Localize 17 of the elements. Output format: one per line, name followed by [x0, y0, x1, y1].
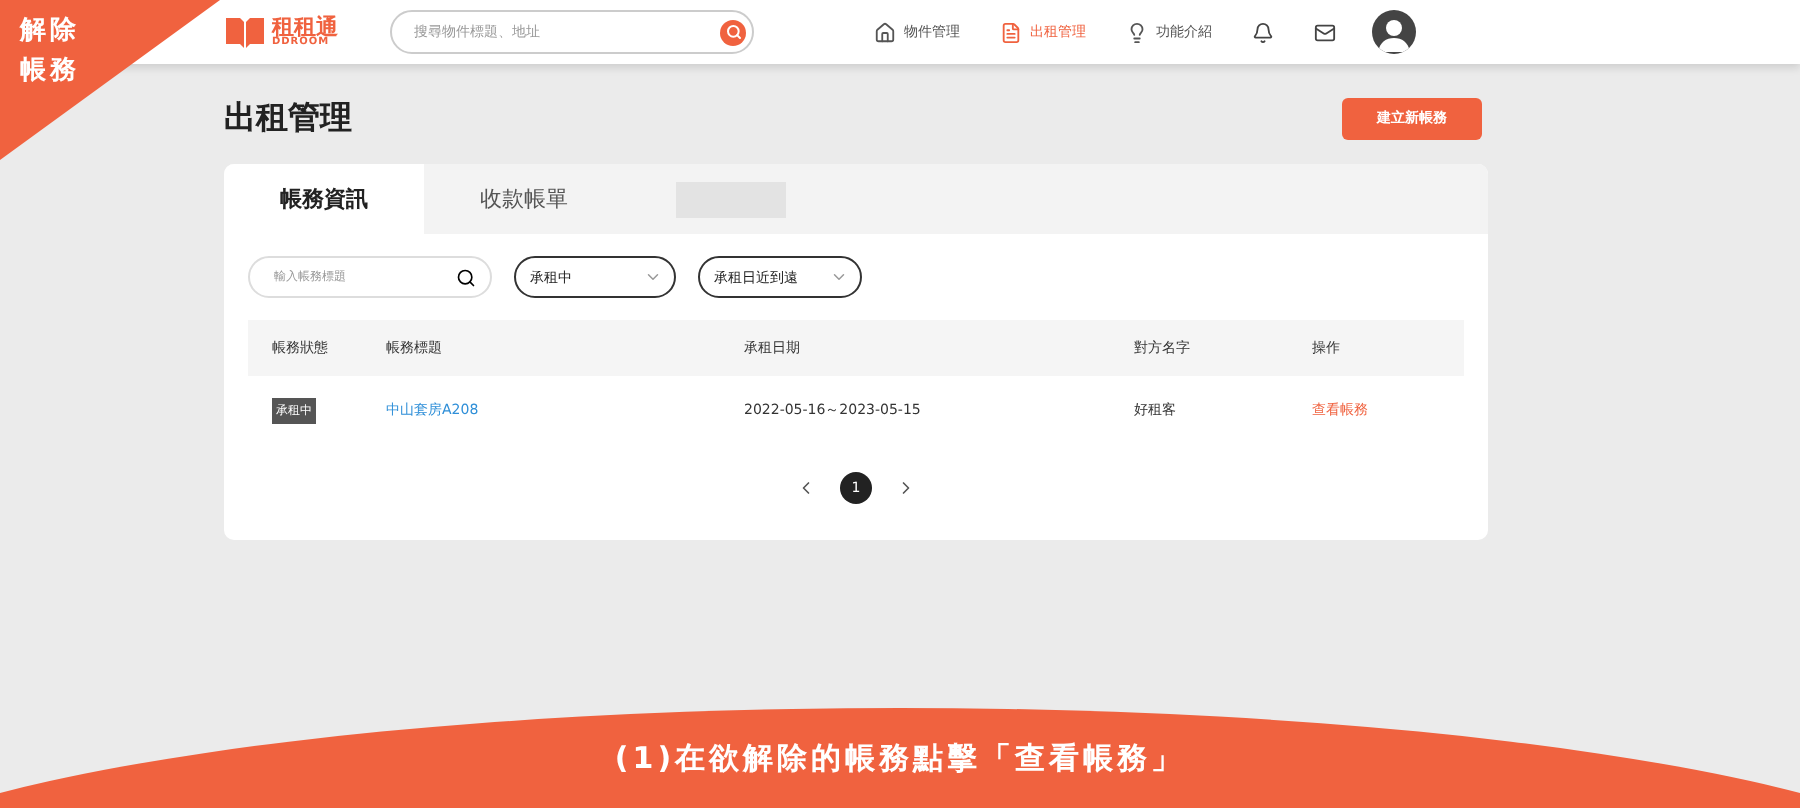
ribbon-label: 解除 [20, 14, 80, 50]
tab[interactable]: 收款帳單 [424, 164, 624, 234]
page-title: 出租管理 [224, 97, 352, 139]
document-icon [1000, 21, 1022, 43]
house-icon [874, 21, 896, 43]
ribbon-label: 帳務 [20, 54, 80, 90]
avatar-icon[interactable] [1372, 10, 1416, 54]
mail-icon[interactable] [1314, 21, 1336, 43]
tab[interactable]: 帳務資訊 [224, 164, 424, 234]
chevron-down-icon [644, 268, 662, 286]
caption-text: (1)在欲解除的帳務點擊「查看帳務」 [614, 740, 1186, 780]
book-logo-icon [226, 16, 264, 48]
bell-icon[interactable] [1252, 21, 1274, 43]
lightbulb-icon [1126, 21, 1148, 43]
logo-name: 租租通 [272, 16, 338, 38]
chevron-down-icon [830, 268, 848, 286]
search-icon[interactable] [456, 267, 476, 287]
